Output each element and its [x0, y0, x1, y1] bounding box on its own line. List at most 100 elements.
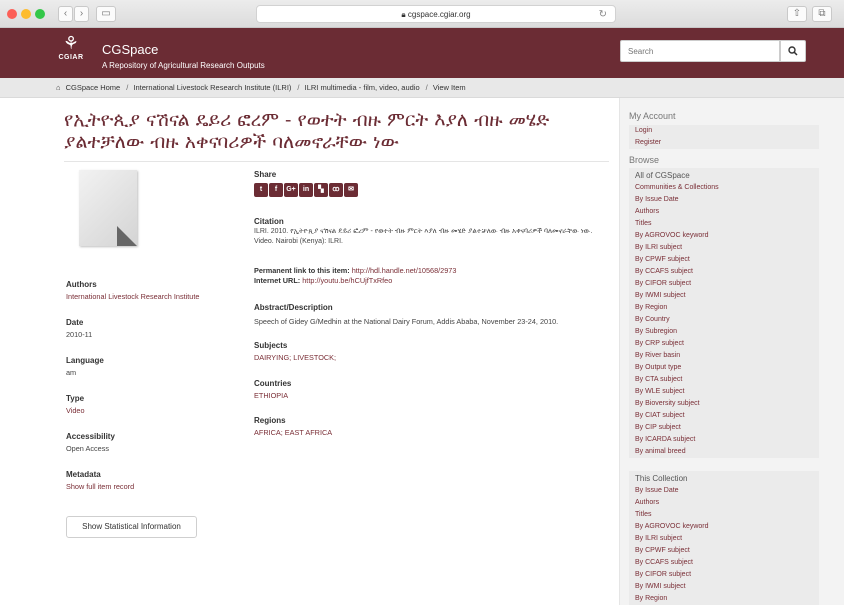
permalink-label: Permanent link to this item:	[254, 266, 350, 275]
email-icon[interactable]: ✉	[344, 183, 358, 197]
browse-collection-item[interactable]: By IWMI subject	[629, 581, 819, 593]
browse-all-item[interactable]: By Bioversity subject	[629, 398, 819, 410]
cgiar-logo[interactable]: ⚘ CGIAR	[58, 32, 84, 61]
language-value: am	[66, 368, 77, 377]
browse-all-item[interactable]: By CIFOR subject	[629, 278, 819, 290]
search-input[interactable]	[620, 40, 780, 62]
back-button[interactable]: ‹	[58, 6, 73, 22]
delicious-icon[interactable]: ▚	[314, 183, 328, 197]
browse-collection-item[interactable]: Authors	[629, 497, 819, 509]
close-window-button[interactable]	[7, 9, 17, 19]
date-value: 2010-11	[66, 330, 93, 339]
page-title: የኢትዮጲያ ናሽናል ዴይሪ ፎረም - የወተት ብዙ ምርት እያለ ብዙ…	[64, 109, 609, 162]
browse-all-item[interactable]: By CPWF subject	[629, 254, 819, 266]
breadcrumb-home[interactable]: CGSpace Home	[66, 83, 121, 92]
item-view: የኢትዮጲያ ናሽናል ዴይሪ ፎረም - የወተት ብዙ ምርት እያለ ብዙ…	[0, 98, 619, 605]
zoom-window-button[interactable]	[35, 9, 45, 19]
browse-all-item[interactable]: Authors	[629, 206, 819, 218]
internet-url-link[interactable]: http://youtu.be/hCUjfTxRfeo	[302, 276, 392, 285]
share-button[interactable]: ⇧	[787, 6, 807, 22]
browse-all-item[interactable]: By ILRI subject	[629, 242, 819, 254]
facebook-icon[interactable]: f	[269, 183, 283, 197]
browse-all-item[interactable]: By Region	[629, 302, 819, 314]
regions-value[interactable]: AFRICA; EAST AFRICA	[254, 428, 332, 437]
login-link[interactable]: Login	[629, 125, 819, 137]
browse-all-item[interactable]: By CIAT subject	[629, 410, 819, 422]
browse-all-item[interactable]: By Output type	[629, 362, 819, 374]
address-bar[interactable]: 🔒︎ cgspace.cgiar.org ↻	[256, 5, 616, 23]
regions-label: Regions	[254, 416, 286, 425]
browse-collection-list: By Issue Date Authors Titles By AGROVOC …	[629, 485, 819, 605]
browse-all-item[interactable]: By Country	[629, 314, 819, 326]
browse-all-group: All of CGSpace Communities & Collections…	[629, 168, 819, 458]
browse-all-item[interactable]: By CRP subject	[629, 338, 819, 350]
authors-label: Authors	[66, 280, 97, 289]
register-link[interactable]: Register	[629, 137, 819, 149]
my-account-heading: My Account	[629, 111, 676, 121]
search-icon	[788, 46, 798, 56]
logo-text: CGIAR	[58, 54, 84, 61]
browse-all-item[interactable]: Communities & Collections	[629, 182, 819, 194]
minimize-window-button[interactable]	[21, 9, 31, 19]
share-label: Share	[254, 170, 277, 179]
site-subtitle: A Repository of Agricultural Research Ou…	[102, 61, 265, 70]
sidebar: My Account Login Register Browse All of …	[619, 98, 844, 605]
twitter-icon[interactable]: t	[254, 183, 268, 197]
permalink-link[interactable]: http://hdl.handle.net/10568/2973	[352, 266, 457, 275]
accessibility-label: Accessibility	[66, 432, 115, 441]
browse-all-item[interactable]: By River basin	[629, 350, 819, 362]
countries-label: Countries	[254, 379, 292, 388]
browse-collection-item[interactable]: By CPWF subject	[629, 545, 819, 557]
sheaf-icon: ⚘	[62, 33, 80, 53]
breadcrumb-collection[interactable]: ILRI multimedia - film, video, audio	[305, 83, 420, 92]
sidebar-icon: ▭	[101, 8, 111, 19]
chevron-left-icon: ‹	[63, 8, 68, 19]
browse-collection-item[interactable]: By Issue Date	[629, 485, 819, 497]
breadcrumb: ⌂ CGSpace Home / International Livestock …	[0, 78, 844, 98]
browse-all-item[interactable]: By Issue Date	[629, 194, 819, 206]
google-plus-icon[interactable]: G+	[284, 183, 298, 197]
browse-all-item[interactable]: By CIP subject	[629, 422, 819, 434]
browse-all-item[interactable]: By Subregion	[629, 326, 819, 338]
countries-value[interactable]: ETHIOPIA	[254, 391, 288, 400]
browse-collection-item[interactable]: By Region	[629, 593, 819, 605]
reload-icon[interactable]: ↻	[599, 6, 607, 23]
subjects-value[interactable]: DAIRYING; LIVESTOCK;	[254, 353, 336, 362]
type-label: Type	[66, 394, 85, 403]
date-label: Date	[66, 318, 84, 327]
browse-all-item[interactable]: By animal breed	[629, 446, 819, 458]
full-record-link[interactable]: Show full item record	[66, 482, 134, 491]
share-icons: t f G+ in ▚ ꝏ ✉	[254, 183, 359, 197]
browse-all-item[interactable]: By WLE subject	[629, 386, 819, 398]
browser-toolbar: ‹ › ▭ 🔒︎ cgspace.cgiar.org ↻ ⇧ ⧉	[0, 0, 844, 28]
linkedin-icon[interactable]: in	[299, 183, 313, 197]
browse-collection-group: This Collection By Issue Date Authors Ti…	[629, 471, 819, 605]
browse-collection-item[interactable]: By ILRI subject	[629, 533, 819, 545]
item-thumbnail[interactable]	[79, 170, 137, 246]
browse-collection-item[interactable]: By CIFOR subject	[629, 569, 819, 581]
share-icon: ⇧	[792, 8, 802, 19]
search-button[interactable]	[780, 40, 806, 62]
type-link[interactable]: Video	[66, 406, 85, 415]
browse-all-item[interactable]: By ICARDA subject	[629, 434, 819, 446]
browse-all-item[interactable]: By AGROVOC keyword	[629, 230, 819, 242]
myspace-icon[interactable]: ꝏ	[329, 183, 343, 197]
metadata-label: Metadata	[66, 470, 101, 479]
browse-all-item[interactable]: Titles	[629, 218, 819, 230]
tabs-button[interactable]: ⧉	[812, 6, 832, 22]
browse-all-item[interactable]: By CTA subject	[629, 374, 819, 386]
internet-url-label: Internet URL:	[254, 276, 301, 285]
author-link[interactable]: International Livestock Research Institu…	[66, 292, 199, 301]
show-statistics-button[interactable]: Show Statistical Information	[66, 516, 197, 538]
forward-button[interactable]: ›	[74, 6, 89, 22]
breadcrumb-ilri[interactable]: International Livestock Research Institu…	[133, 83, 291, 92]
browse-all-item[interactable]: By IWMI subject	[629, 290, 819, 302]
browse-all-item[interactable]: By CCAFS subject	[629, 266, 819, 278]
browse-collection-item[interactable]: By AGROVOC keyword	[629, 521, 819, 533]
abstract-text: Speech of Gidey G/Medhin at the National…	[254, 317, 559, 326]
site-name[interactable]: CGSpace	[102, 42, 158, 57]
accessibility-value: Open Access	[66, 444, 109, 453]
browse-collection-item[interactable]: By CCAFS subject	[629, 557, 819, 569]
browse-collection-item[interactable]: Titles	[629, 509, 819, 521]
sidebar-toggle-button[interactable]: ▭	[96, 6, 116, 22]
